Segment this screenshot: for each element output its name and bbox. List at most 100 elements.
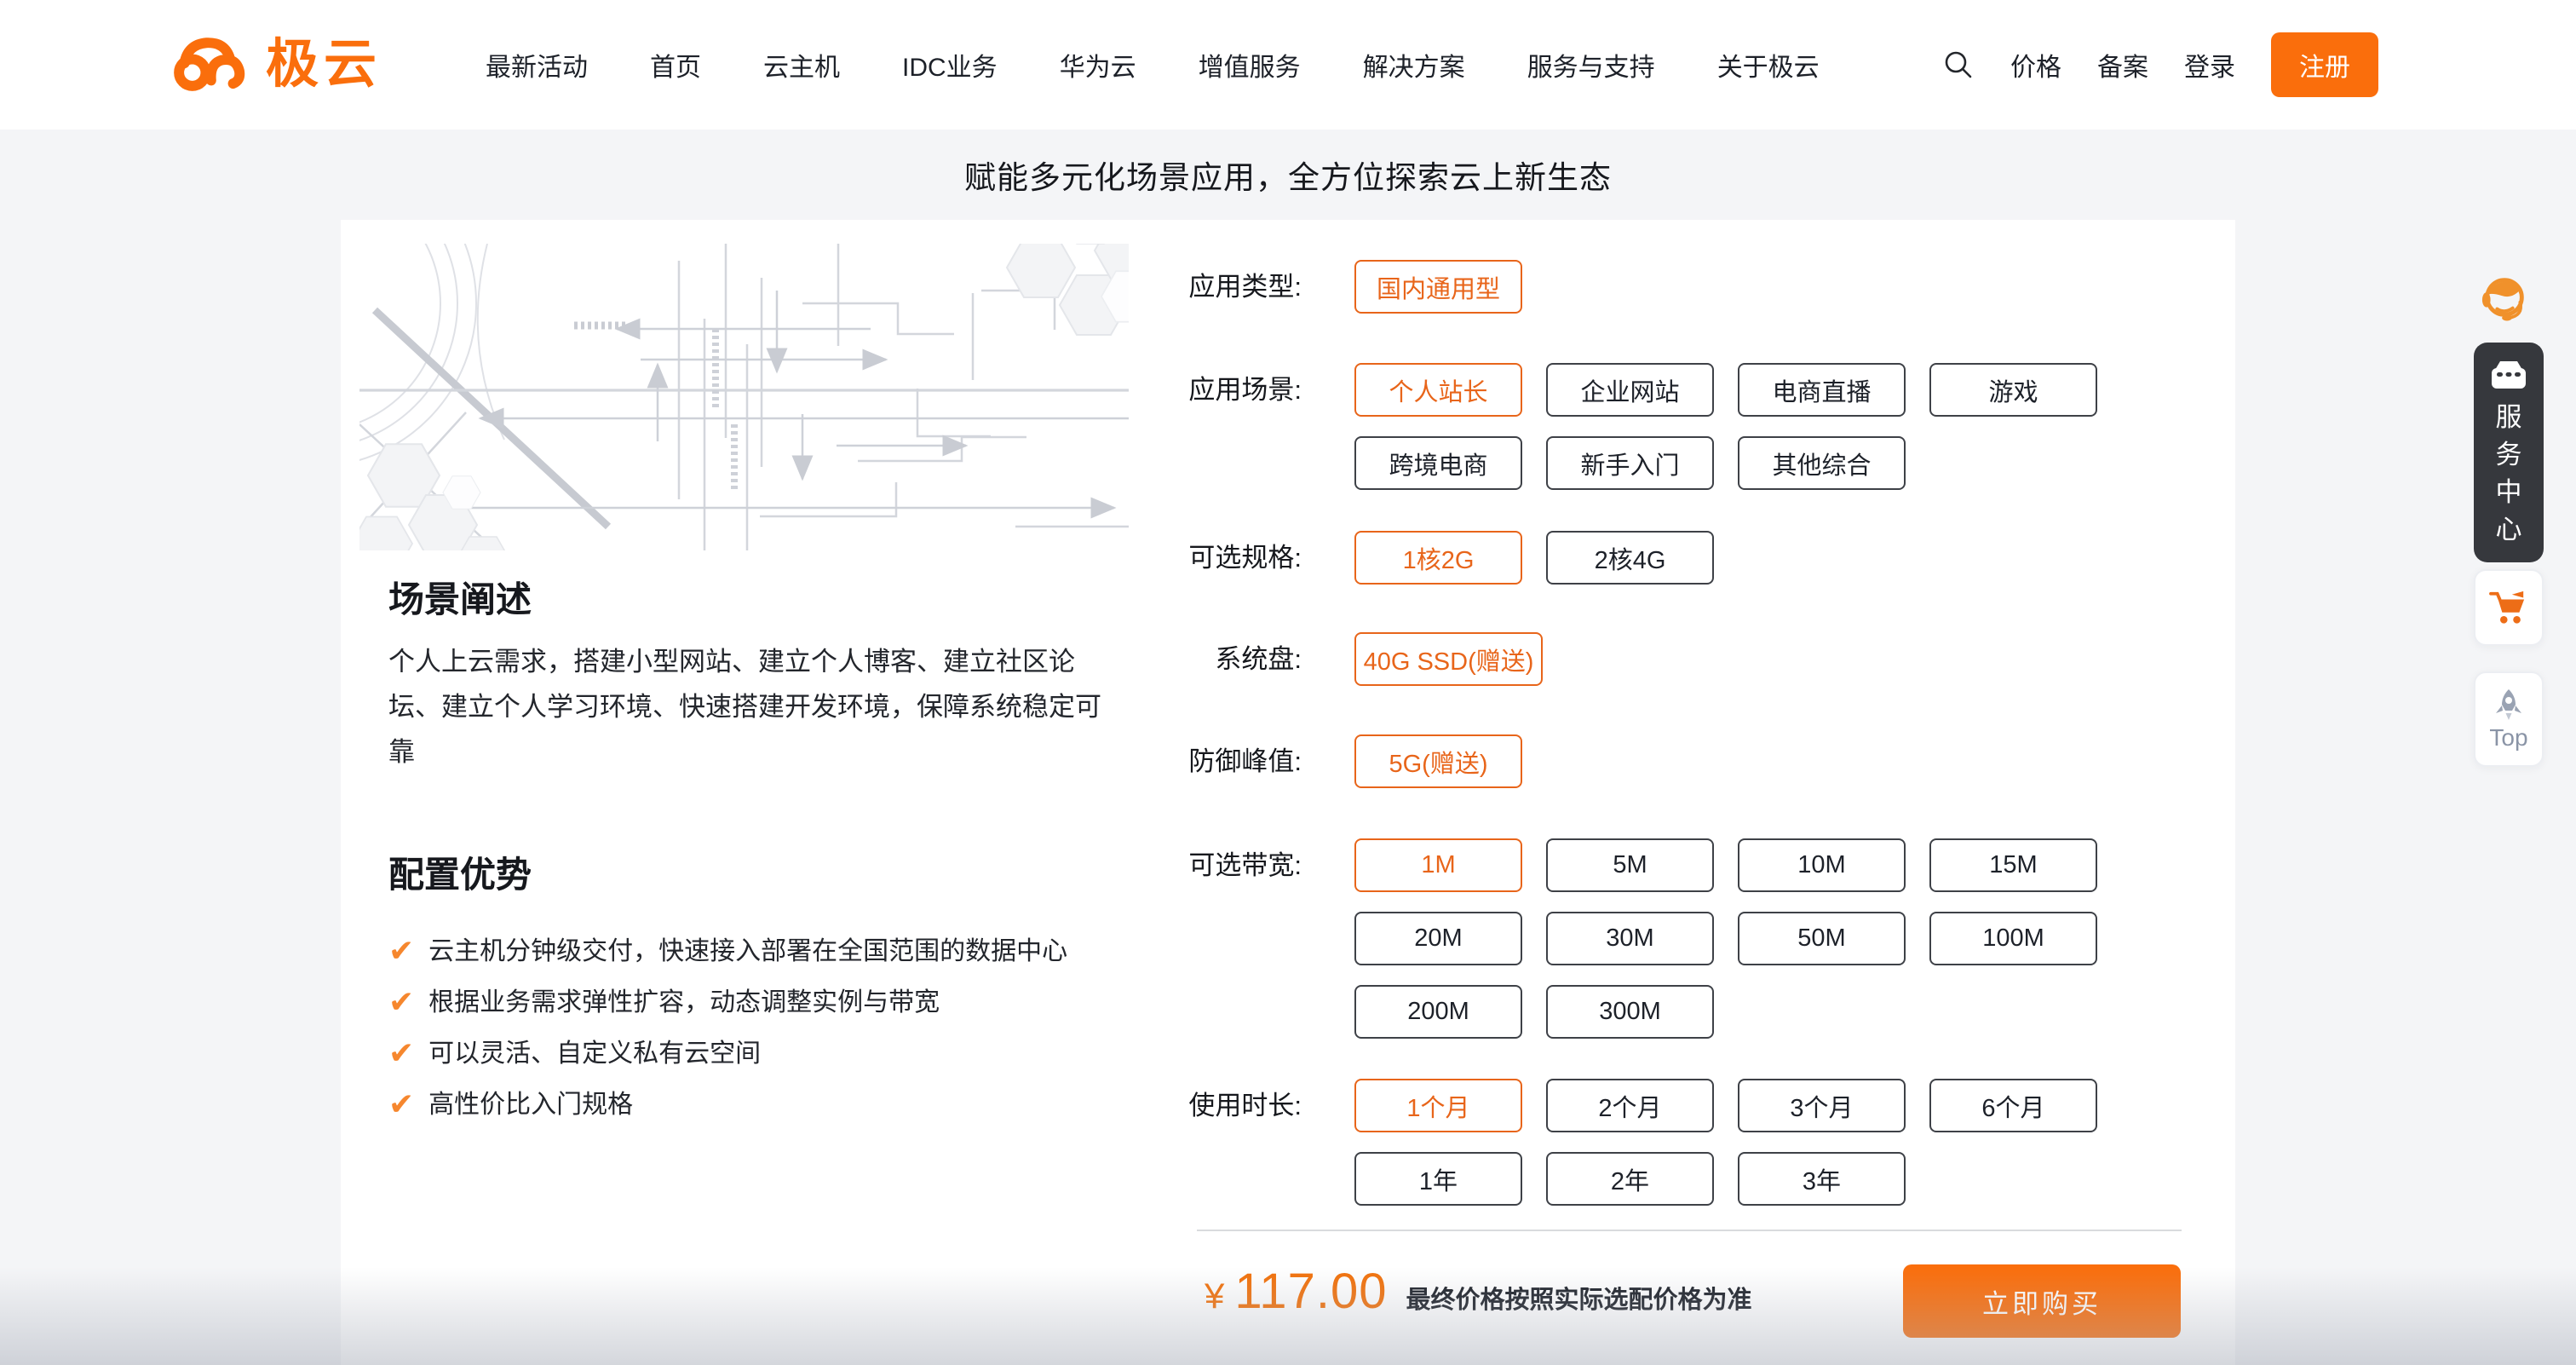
currency-symbol: ¥ bbox=[1205, 1276, 1224, 1316]
config-options: 1M 5M 10M 15M 20M 30M 50M 100M bbox=[1354, 838, 2104, 1039]
advantage-text: 根据业务需求弹性扩容，动态调整实例与带宽 bbox=[428, 988, 940, 1017]
config-label: 防御峰值: bbox=[1165, 734, 1302, 788]
service-center-label: 服务中心 bbox=[2496, 399, 2522, 549]
config-option-button[interactable]: 其他综合 bbox=[1738, 436, 1906, 490]
top-navbar: 极云 最新活动 首页 云主机 IDC业务 华为云 增值服务 解决方案 服务与支持 关于极云 价格… bbox=[0, 0, 2576, 130]
config-option-button[interactable]: 新手入门 bbox=[1546, 436, 1714, 490]
scene-title: 场景阐述 bbox=[388, 571, 532, 623]
nav-item[interactable]: 服务与支持 bbox=[1527, 46, 1655, 84]
config-option-button[interactable]: 6个月 bbox=[1929, 1079, 2097, 1132]
header-link[interactable]: 价格 bbox=[2010, 46, 2061, 84]
config-label: 可选规格: bbox=[1165, 531, 1302, 585]
purchase-bar: ¥ 117.00 最终价格按照实际选配价格为准 立即购买 bbox=[1205, 1263, 2181, 1339]
config-option-button[interactable]: 企业网站 bbox=[1546, 363, 1714, 417]
nav-item[interactable]: 首页 bbox=[650, 46, 701, 84]
banner-subtitle: 赋能多元化场景应用，全方位探索云上新生态 bbox=[0, 130, 2576, 220]
config-option-button[interactable]: 200M bbox=[1354, 985, 1522, 1039]
nav-item[interactable]: 解决方案 bbox=[1363, 46, 1465, 84]
config-option-button[interactable]: 5G(赠送) bbox=[1354, 734, 1522, 788]
hero-art bbox=[359, 244, 1129, 550]
advantage-item: ✔ 根据业务需求弹性扩容，动态调整实例与带宽 bbox=[388, 988, 1067, 1017]
nav-item[interactable]: 华为云 bbox=[1060, 46, 1136, 84]
header-right: 价格备案登录 注册 bbox=[1942, 32, 2378, 97]
config-option-button[interactable]: 跨境电商 bbox=[1354, 436, 1522, 490]
buy-now-button[interactable]: 立即购买 bbox=[1903, 1264, 2181, 1338]
config-option-button[interactable]: 10M bbox=[1738, 838, 1906, 892]
nav-item[interactable]: IDC业务 bbox=[902, 46, 998, 84]
config-option-button[interactable]: 50M bbox=[1738, 912, 1906, 965]
nav-item[interactable]: 云主机 bbox=[763, 46, 840, 84]
service-robot-icon bbox=[2488, 360, 2529, 394]
config-label: 使用时长: bbox=[1165, 1079, 1302, 1206]
service-center-char: 中 bbox=[2496, 474, 2522, 511]
config-option-button[interactable]: 游戏 bbox=[1929, 363, 2097, 417]
config-option-button[interactable]: 2年 bbox=[1546, 1152, 1714, 1206]
service-center-panel[interactable]: 服务中心 bbox=[2474, 343, 2544, 562]
config-group: 应用场景: 个人站长 企业网站 电商直播 游戏 跨境电商 新手入门 bbox=[1165, 363, 2104, 490]
scene-description: 个人上云需求，搭建小型网站、建立个人博客、建立社区论坛、建立个人学习环境、快速搭… bbox=[388, 639, 1104, 775]
check-icon: ✔ bbox=[388, 937, 414, 965]
price-amount: 117.00 bbox=[1234, 1263, 1387, 1320]
cart-icon bbox=[2489, 590, 2528, 625]
config-options: 5G(赠送) bbox=[1354, 734, 2104, 788]
nav-item[interactable]: 增值服务 bbox=[1199, 46, 1301, 84]
register-button[interactable]: 注册 bbox=[2271, 32, 2378, 97]
config-group: 系统盘: 40G SSD(赠送) bbox=[1165, 632, 2104, 686]
config-label: 应用类型: bbox=[1165, 260, 1302, 314]
header-link[interactable]: 登录 bbox=[2184, 46, 2235, 84]
config-options: 40G SSD(赠送) bbox=[1354, 632, 2104, 686]
back-to-top-button[interactable]: Top bbox=[2474, 671, 2544, 767]
config-option-button[interactable]: 1核2G bbox=[1354, 531, 1522, 585]
config-group: 防御峰值: 5G(赠送) bbox=[1165, 734, 2104, 788]
check-icon: ✔ bbox=[388, 1040, 414, 1067]
brand-name: 极云 bbox=[266, 38, 382, 91]
config-option-button[interactable]: 个人站长 bbox=[1354, 363, 1522, 417]
search-icon[interactable] bbox=[1942, 49, 1975, 81]
brand-cloud-icon bbox=[170, 32, 249, 98]
nav-item[interactable]: 关于极云 bbox=[1717, 46, 1820, 84]
config-option-button[interactable]: 1M bbox=[1354, 838, 1522, 892]
service-center-char: 务 bbox=[2496, 436, 2522, 474]
check-icon: ✔ bbox=[388, 1091, 414, 1118]
config-option-button[interactable]: 1个月 bbox=[1354, 1079, 1522, 1132]
product-card: 场景阐述 个人上云需求，搭建小型网站、建立个人博客、建立社区论坛、建立个人学习环… bbox=[341, 220, 2235, 1365]
config-option-button[interactable]: 3年 bbox=[1738, 1152, 1906, 1206]
config-option-button[interactable]: 20M bbox=[1354, 912, 1522, 965]
config-option-button[interactable]: 5M bbox=[1546, 838, 1714, 892]
config-option-button[interactable]: 2核4G bbox=[1546, 531, 1714, 585]
config-option-button[interactable]: 1年 bbox=[1354, 1152, 1522, 1206]
config-option-button[interactable]: 3个月 bbox=[1738, 1079, 1906, 1132]
config-options: 国内通用型 bbox=[1354, 260, 2104, 314]
advantage-item: ✔ 高性价比入门规格 bbox=[388, 1091, 1067, 1120]
header-link[interactable]: 备案 bbox=[2097, 46, 2148, 84]
customer-service-icon[interactable] bbox=[2479, 273, 2532, 322]
config-option-button[interactable]: 2个月 bbox=[1546, 1079, 1714, 1132]
check-icon: ✔ bbox=[388, 988, 414, 1016]
top-label: Top bbox=[2489, 725, 2527, 751]
config-group: 可选规格: 1核2G 2核4G bbox=[1165, 531, 2104, 585]
config-label: 应用场景: bbox=[1165, 363, 1302, 490]
config-option-button[interactable]: 40G SSD(赠送) bbox=[1354, 632, 1543, 686]
config-options: 1个月 2个月 3个月 6个月 1年 2年 3年 bbox=[1354, 1079, 2104, 1206]
config-options: 个人站长 企业网站 电商直播 游戏 跨境电商 新手入门 其他综合 bbox=[1354, 363, 2104, 490]
advantage-item: ✔ 可以灵活、自定义私有云空间 bbox=[388, 1040, 1067, 1068]
advantages-list: ✔ 云主机分钟级交付，快速接入部署在全国范围的数据中心 ✔ 根据业务需求弹性扩容… bbox=[388, 937, 1067, 1120]
brand-logo[interactable]: 极云 bbox=[170, 32, 382, 98]
cart-button[interactable] bbox=[2474, 569, 2544, 646]
config-option-button[interactable]: 电商直播 bbox=[1738, 363, 1906, 417]
config-group: 可选带宽: 1M 5M 10M 15M 20M 30M bbox=[1165, 838, 2104, 1039]
rocket-icon bbox=[2491, 688, 2527, 723]
service-center-char: 心 bbox=[2496, 511, 2522, 549]
nav-item[interactable]: 最新活动 bbox=[486, 46, 588, 84]
config-option-button[interactable]: 30M bbox=[1546, 912, 1714, 965]
config-label: 系统盘: bbox=[1165, 632, 1302, 686]
config-option-button[interactable]: 100M bbox=[1929, 912, 2097, 965]
advantages-title: 配置优势 bbox=[388, 846, 532, 898]
config-option-button[interactable]: 15M bbox=[1929, 838, 2097, 892]
main-nav: 最新活动 首页 云主机 IDC业务 华为云 增值服务 解决方案 服务与支持 关于极云 bbox=[486, 46, 1820, 84]
advantage-text: 云主机分钟级交付，快速接入部署在全国范围的数据中心 bbox=[428, 937, 1067, 966]
config-group: 应用类型: 国内通用型 bbox=[1165, 260, 2104, 314]
header-links: 价格备案登录 bbox=[2010, 46, 2235, 84]
config-option-button[interactable]: 300M bbox=[1546, 985, 1714, 1039]
config-option-button[interactable]: 国内通用型 bbox=[1354, 260, 1522, 314]
